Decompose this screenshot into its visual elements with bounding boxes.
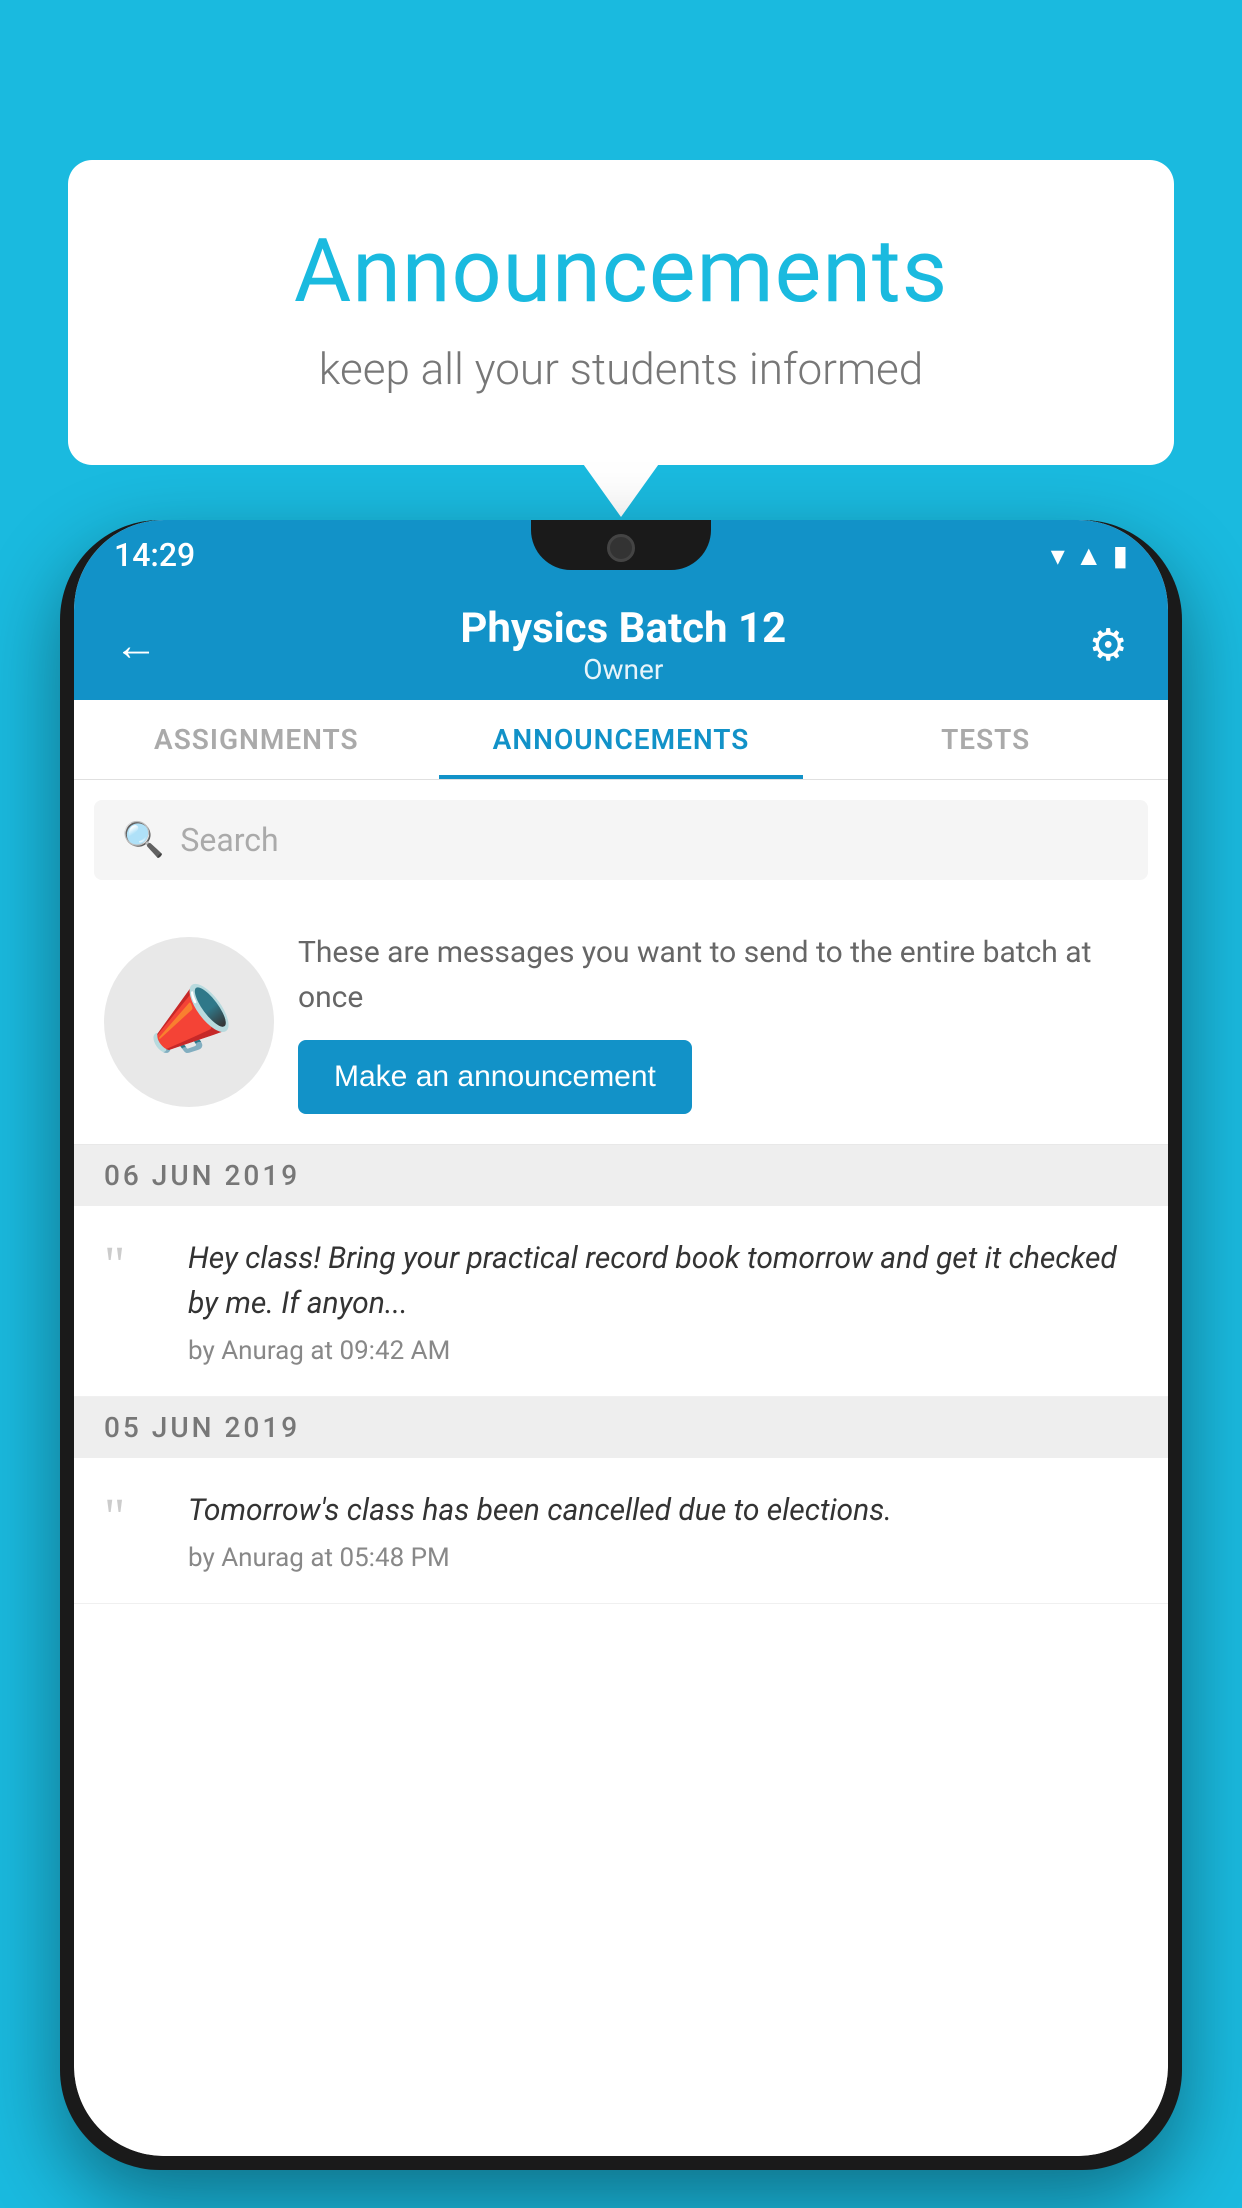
app-bar-subtitle: Owner [460, 653, 786, 686]
app-bar: ← Physics Batch 12 Owner ⚙ [74, 590, 1168, 700]
date-separator-1: 06 JUN 2019 [74, 1145, 1168, 1206]
search-bar[interactable]: 🔍 Search [94, 800, 1148, 880]
tab-assignments[interactable]: ASSIGNMENTS [74, 700, 439, 779]
promo-icon-circle: 📣 [104, 937, 274, 1107]
tabs-bar: ASSIGNMENTS ANNOUNCEMENTS TESTS [74, 700, 1168, 780]
phone-notch [531, 520, 711, 570]
tab-announcements[interactable]: ANNOUNCEMENTS [439, 700, 804, 779]
back-button[interactable]: ← [114, 619, 158, 671]
promo-right: These are messages you want to send to t… [298, 930, 1138, 1114]
status-time: 14:29 [114, 536, 195, 574]
announcement-text-1: Hey class! Bring your practical record b… [188, 1236, 1138, 1326]
speech-bubble-title: Announcements [148, 220, 1094, 323]
announcement-item-1[interactable]: " Hey class! Bring your practical record… [74, 1206, 1168, 1397]
speech-bubble-container: Announcements keep all your students inf… [68, 160, 1174, 465]
make-announcement-button[interactable]: Make an announcement [298, 1040, 692, 1114]
app-bar-center: Physics Batch 12 Owner [460, 604, 786, 686]
quote-icon-2: " [104, 1492, 164, 1544]
announcement-meta-1: by Anurag at 09:42 AM [188, 1336, 1138, 1366]
phone-screen: 14:29 ▾ ▲ ▮ ← Physics Batch 12 Owner ⚙ [74, 520, 1168, 2156]
wifi-icon: ▾ [1051, 539, 1065, 572]
tab-tests[interactable]: TESTS [803, 700, 1168, 779]
screen-content: 🔍 Search 📣 These are messages you want t… [74, 780, 1168, 2156]
app-bar-title: Physics Batch 12 [460, 604, 786, 653]
phone-wrapper: 14:29 ▾ ▲ ▮ ← Physics Batch 12 Owner ⚙ [60, 520, 1182, 2208]
phone-frame: 14:29 ▾ ▲ ▮ ← Physics Batch 12 Owner ⚙ [60, 520, 1182, 2170]
camera-notch [607, 534, 635, 562]
search-icon: 🔍 [122, 820, 164, 860]
quote-icon-1: " [104, 1240, 164, 1292]
settings-button[interactable]: ⚙ [1089, 619, 1128, 671]
battery-icon: ▮ [1113, 539, 1128, 572]
announcement-text-2: Tomorrow's class has been cancelled due … [188, 1488, 1138, 1533]
announcement-item-2[interactable]: " Tomorrow's class has been cancelled du… [74, 1458, 1168, 1604]
announcement-promo: 📣 These are messages you want to send to… [74, 900, 1168, 1145]
megaphone-icon: 📣 [136, 971, 241, 1073]
announcement-content-2: Tomorrow's class has been cancelled due … [188, 1488, 1138, 1573]
search-placeholder: Search [180, 821, 278, 859]
status-icons: ▾ ▲ ▮ [1051, 539, 1128, 572]
announcement-meta-2: by Anurag at 05:48 PM [188, 1543, 1138, 1573]
promo-description: These are messages you want to send to t… [298, 930, 1138, 1020]
signal-icon: ▲ [1075, 539, 1103, 572]
speech-bubble: Announcements keep all your students inf… [68, 160, 1174, 465]
date-separator-2: 05 JUN 2019 [74, 1397, 1168, 1458]
speech-bubble-subtitle: keep all your students informed [148, 343, 1094, 395]
announcement-content-1: Hey class! Bring your practical record b… [188, 1236, 1138, 1366]
